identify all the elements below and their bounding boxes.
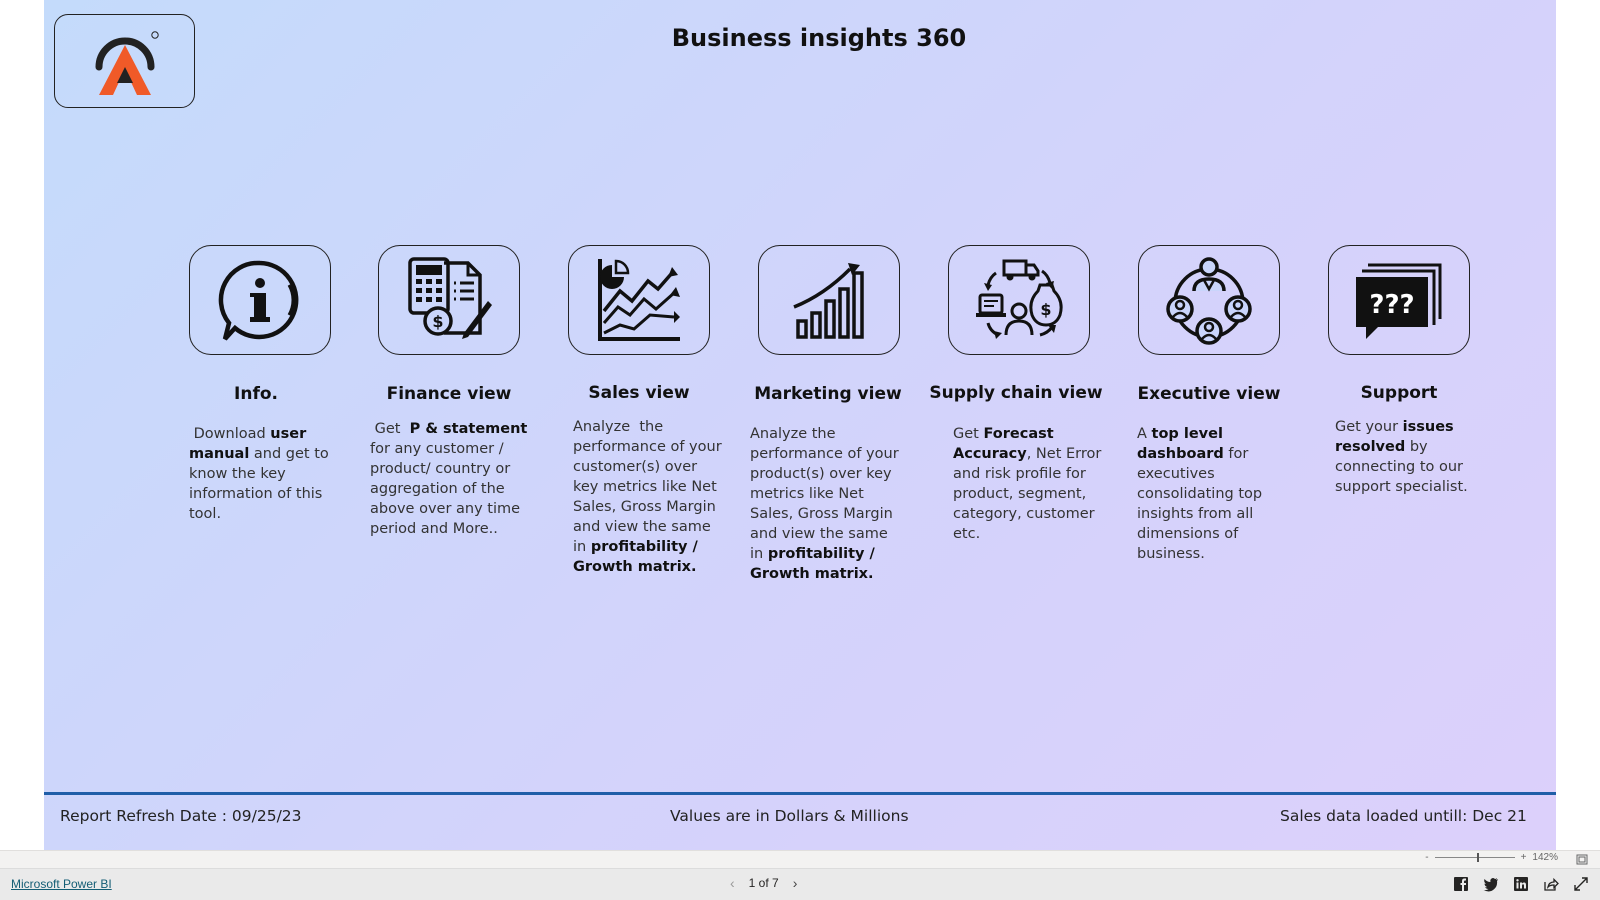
svg-text:$: $ [432,312,443,331]
zoom-level: 142% [1532,852,1558,863]
support-title: Support [1360,383,1438,403]
sales-view-tile-button[interactable] [568,245,710,355]
next-page-button[interactable]: › [793,875,798,891]
zoom-out-button[interactable]: - [1425,852,1428,863]
svg-text:???: ??? [1369,290,1414,320]
sales-loaded-note: Sales data loaded untill: Dec 21 [1280,807,1527,825]
info-description: Download user manual and get to know the… [189,426,329,522]
fullscreen-icon[interactable] [1572,875,1590,893]
supply-chain-view-tile-button[interactable]: $ [948,245,1090,355]
executive-description: A top level dashboard for executives con… [1137,426,1263,562]
executive-title: Executive view [1137,384,1281,404]
zoom-slider-thumb[interactable] [1477,853,1480,862]
zoom-slider[interactable] [1434,853,1515,862]
values-note: Values are in Dollars & Millions [670,807,909,825]
finance-description: Get P & statement for any customer / pro… [370,421,528,537]
support-description: Get your issues resolved by connecting t… [1335,419,1468,495]
share-toolbar [1452,875,1590,893]
info-tile-button[interactable] [189,245,331,355]
supply-chain-icon: $ [976,259,1063,339]
executive-network-icon [1166,257,1252,345]
finance-view-tile-button[interactable]: $ [378,245,520,355]
svg-text:$: $ [1040,300,1051,319]
refresh-date: 09/25/23 [231,807,302,825]
marketing-view-tile-button[interactable] [758,245,900,355]
finance-title: Finance view [386,384,512,404]
info-icon [218,260,299,341]
supply-chain-description: Get Forecast Accuracy, Net Error and ris… [953,426,1102,542]
report-canvas: Business insights 360 Info. Download use… [44,0,1556,850]
footer-divider [44,792,1556,795]
finance-icon: $ [408,257,492,339]
info-title: Info. [234,384,278,404]
zoom-in-button[interactable]: + [1521,852,1527,863]
page-title: Business insights 360 [671,24,967,52]
power-bi-link[interactable]: Microsoft Power BI [11,877,112,891]
support-chat-icon: ??? [1356,263,1442,339]
refresh-label: Report Refresh Date : [60,807,227,825]
zoom-bar: - + 142% [0,850,1600,868]
facebook-icon[interactable] [1452,875,1470,893]
zoom-control: - + 142% [1425,852,1558,863]
page-indicator: 1 of 7 [748,876,779,890]
sales-description: Analyze the performance of your customer… [573,419,722,575]
share-icon[interactable] [1542,875,1560,893]
sales-title: Sales view [588,383,690,403]
page-navigation: ‹ 1 of 7 › [730,875,797,891]
supply-chain-title: Supply chain view [929,383,1103,403]
support-tile-button[interactable]: ??? [1328,245,1470,355]
sales-chart-icon [598,259,680,341]
status-bar: Microsoft Power BI ‹ 1 of 7 › [0,868,1600,900]
executive-view-tile-button[interactable] [1138,245,1280,355]
twitter-icon[interactable] [1482,875,1500,893]
refresh-date-text: Report Refresh Date : 09/25/23 [60,807,302,825]
bar-growth-icon [793,263,864,339]
marketing-title: Marketing view [754,384,902,404]
linkedin-icon[interactable] [1512,875,1530,893]
previous-page-button[interactable]: ‹ [730,875,735,891]
fit-to-page-icon[interactable] [1576,854,1588,865]
marketing-description: Analyze the performance of your product(… [750,426,899,582]
